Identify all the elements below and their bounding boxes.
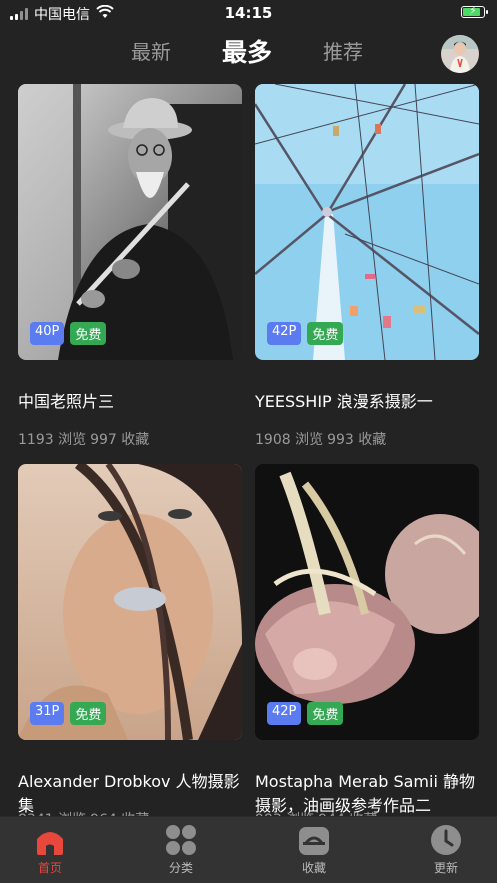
status-time: 14:15: [224, 4, 273, 22]
free-badge: 免费: [70, 702, 107, 725]
home-icon: [37, 832, 63, 855]
nav-updates-label: 更新: [433, 861, 458, 875]
favorite-count: 997 收藏: [90, 432, 150, 448]
bookmark-box-icon: [299, 827, 329, 855]
nav-updates[interactable]: 更新: [406, 823, 486, 876]
album-cover-image[interactable]: [255, 84, 479, 360]
page-count-badge: 31P: [30, 702, 65, 725]
album-cover-image[interactable]: [18, 464, 242, 740]
album-cover-image[interactable]: [18, 84, 242, 360]
favorite-count: 993 收藏: [327, 432, 387, 448]
album-cover-image[interactable]: [255, 464, 479, 740]
album-stats: 1908 浏览 993 收藏: [255, 429, 390, 449]
page-count-badge: 42P: [267, 322, 302, 345]
album-title: YEESSHIP 浪漫系摄影一: [255, 392, 433, 411]
tab-latest[interactable]: 最新: [131, 36, 171, 65]
nav-favorites[interactable]: 收藏: [274, 823, 354, 876]
page-count-badge: 40P: [30, 322, 65, 345]
status-bar: 中国电信 14:15 ⚡: [0, 0, 497, 26]
tab-recommended[interactable]: 推荐: [323, 36, 363, 65]
free-badge: 免费: [307, 322, 344, 345]
free-badge: 免费: [307, 702, 344, 725]
battery-icon: ⚡: [461, 4, 488, 18]
nav-home-label: 首页: [37, 861, 62, 875]
view-count: 1193 浏览: [18, 432, 87, 448]
album-title: 中国老照片三: [18, 392, 115, 411]
nav-home[interactable]: 首页: [10, 823, 90, 876]
nav-favorites-label: 收藏: [301, 861, 326, 875]
nav-category[interactable]: 分类: [141, 823, 221, 876]
bottom-tab-bar: 首页 分类 收藏 更新: [0, 816, 497, 883]
tab-most[interactable]: 最多: [222, 33, 272, 69]
avatar[interactable]: [441, 35, 479, 73]
nav-category-label: 分类: [168, 861, 193, 875]
top-tabs: 最新 最多 推荐: [0, 36, 497, 76]
view-count: 1908 浏览: [255, 432, 324, 448]
clock-icon: [431, 825, 461, 855]
album-stats: 1193 浏览 997 收藏: [18, 429, 153, 449]
page-count-badge: 42P: [267, 702, 302, 725]
grid-icon: [166, 825, 196, 855]
free-badge: 免费: [70, 322, 107, 345]
